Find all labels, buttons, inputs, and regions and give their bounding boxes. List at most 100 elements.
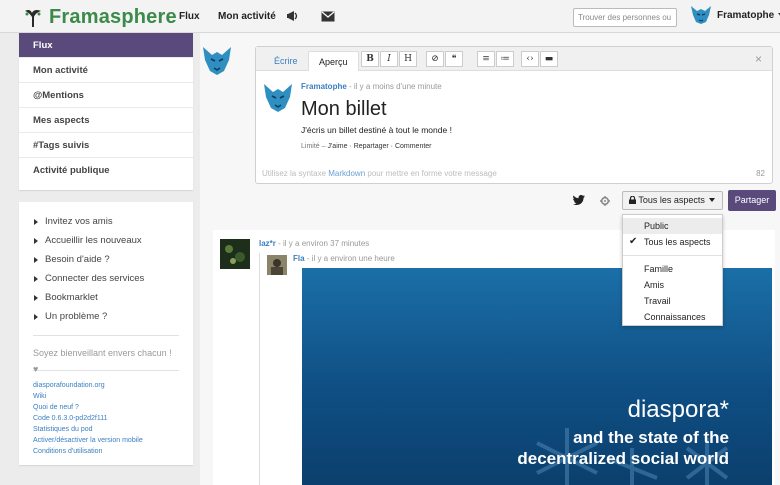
link-help[interactable]: Besoin d'aide ? bbox=[33, 250, 179, 269]
aspect-option-label: Tous les aspects bbox=[644, 237, 711, 247]
reshare-author-avatar[interactable] bbox=[267, 255, 287, 275]
link-welcome-newcomers[interactable]: Accueillir les nouveaux bbox=[33, 231, 179, 250]
banner-subtitle-1: and the state of the bbox=[573, 428, 729, 447]
reshare-time: - il y a environ une heure bbox=[304, 254, 395, 263]
twitter-icon[interactable] bbox=[573, 195, 585, 205]
user-avatar bbox=[691, 6, 711, 24]
sidebar-item-activite-publique[interactable]: Activité publique bbox=[19, 158, 193, 183]
sidebar-item-mon-activite[interactable]: Mon activité bbox=[19, 58, 193, 83]
banner-title: diaspora* bbox=[627, 396, 729, 423]
aspect-option-label: Amis bbox=[644, 280, 664, 290]
link-connect-services[interactable]: Connecter des services bbox=[33, 269, 179, 288]
sidebar-item-mes-aspects[interactable]: Mes aspects bbox=[19, 108, 193, 133]
preview-meta: Limité – J'aime · Repartager · Commenter bbox=[301, 143, 432, 150]
preview-meta-prefix: Limité – bbox=[301, 143, 328, 150]
nav-flux[interactable]: Flux bbox=[179, 11, 200, 22]
publisher-avatar bbox=[203, 47, 231, 75]
brand-name: Framasphere bbox=[49, 6, 177, 28]
publisher: Écrire Aperçu B I H ⊘ ❝ ≡ ≔ ‹› ▬ × Frama… bbox=[255, 46, 773, 184]
heading-button[interactable]: H bbox=[399, 51, 417, 67]
footer-link-terms[interactable]: Conditions d'utilisation bbox=[33, 446, 179, 457]
chevron-down-icon bbox=[709, 198, 716, 202]
divider bbox=[33, 370, 179, 371]
top-bar: Framasphere Flux Mon activité Framatophe bbox=[0, 0, 780, 33]
footer-link-code[interactable]: Code 0.6.3.0-pd2d2f111 bbox=[33, 413, 179, 424]
gear-icon[interactable] bbox=[600, 196, 610, 206]
banner-subtitle-2: decentralized social world bbox=[517, 449, 729, 468]
tab-preview[interactable]: Aperçu bbox=[308, 51, 359, 71]
sidebar-item-tags-suivis[interactable]: #Tags suivis bbox=[19, 133, 193, 158]
ordered-list-icon[interactable]: ≔ bbox=[496, 51, 514, 67]
share-button[interactable]: Partager bbox=[728, 190, 776, 211]
bold-button[interactable]: B bbox=[361, 51, 379, 67]
footer-link-diasporafoundation[interactable]: diasporafoundation.org bbox=[33, 380, 179, 391]
link-icon[interactable]: ⊘ bbox=[426, 51, 444, 67]
sidebar-item-flux[interactable]: Flux bbox=[19, 33, 193, 58]
lock-icon bbox=[629, 195, 636, 204]
code-icon[interactable]: ‹› bbox=[521, 51, 539, 67]
aspect-option-connaissances[interactable]: Connaissances bbox=[623, 309, 722, 325]
megaphone-icon[interactable] bbox=[286, 9, 300, 23]
unordered-list-icon[interactable]: ≡ bbox=[477, 51, 495, 67]
divider bbox=[623, 255, 722, 256]
aspect-option-amis[interactable]: Amis bbox=[623, 277, 722, 293]
hint-before: Utilisez la syntaxe bbox=[262, 169, 329, 178]
aspect-option-label: Public bbox=[644, 221, 669, 231]
preview-avatar bbox=[264, 84, 292, 112]
checkmark-icon: ✔ bbox=[629, 236, 638, 247]
link-bookmarklet[interactable]: Bookmarklet bbox=[33, 288, 179, 307]
aspect-option-label: Famille bbox=[644, 264, 674, 274]
envelope-icon[interactable] bbox=[321, 11, 335, 22]
sidebar-item-mentions[interactable]: @Mentions bbox=[19, 83, 193, 108]
sidebar-links: Invitez vos amis Accueillir les nouveaux… bbox=[19, 202, 193, 465]
tab-write[interactable]: Écrire bbox=[264, 51, 308, 71]
footer-link-wiki[interactable]: Wiki bbox=[33, 391, 179, 402]
user-menu[interactable]: Framatophe bbox=[690, 5, 780, 25]
footer-link-pod-stats[interactable]: Statistiques du pod bbox=[33, 424, 179, 435]
brand[interactable]: Framasphere bbox=[22, 6, 177, 29]
aspect-option-public[interactable]: Public bbox=[623, 218, 722, 234]
preview-body: J'écris un billet destiné à tout le mond… bbox=[301, 125, 452, 135]
aspect-option-label: Connaissances bbox=[644, 312, 706, 322]
framasphere-logo-icon bbox=[25, 9, 41, 27]
preview-time: - il y a moins d'une minute bbox=[346, 82, 442, 91]
char-count: 82 bbox=[756, 169, 765, 178]
preview-title: Mon billet bbox=[301, 98, 387, 120]
aspect-option-all-aspects[interactable]: ✔ Tous les aspects bbox=[623, 234, 722, 250]
hint-after: pour mettre en forme votre message bbox=[365, 169, 497, 178]
sidebar-nav: Flux Mon activité @Mentions Mes aspects … bbox=[19, 33, 193, 190]
preview-author-line: Framatophe - il y a moins d'une minute bbox=[301, 82, 442, 91]
reshare-indent-line bbox=[259, 253, 260, 485]
preview-author[interactable]: Framatophe bbox=[301, 82, 347, 91]
post-time: - il y a environ 37 minutes bbox=[275, 239, 370, 248]
divider bbox=[33, 335, 179, 336]
aspect-option-famille[interactable]: Famille bbox=[623, 261, 722, 277]
markdown-link[interactable]: Markdown bbox=[328, 169, 365, 178]
footer-link-toggle-mobile[interactable]: Activer/désactiver la version mobile bbox=[33, 435, 179, 446]
post-author-avatar[interactable] bbox=[220, 239, 250, 269]
markdown-hint: Utilisez la syntaxe Markdown pour mettre… bbox=[262, 169, 497, 178]
search-input[interactable] bbox=[573, 8, 677, 27]
publisher-toolbar: Écrire Aperçu B I H ⊘ ❝ ≡ ≔ ‹› ▬ × bbox=[256, 47, 772, 71]
post-author[interactable]: laz*r bbox=[259, 239, 276, 248]
kindness-note: Soyez bienveillant envers chacun ! ♥ bbox=[33, 348, 172, 374]
italic-button[interactable]: I bbox=[380, 51, 398, 67]
reshare-author[interactable]: Fla bbox=[293, 254, 305, 263]
aspect-selector-button[interactable]: Tous les aspects bbox=[622, 191, 723, 210]
aspect-option-travail[interactable]: Travail bbox=[623, 293, 722, 309]
aspect-option-label: Travail bbox=[644, 296, 671, 306]
close-icon[interactable]: × bbox=[755, 52, 762, 66]
avatar-image bbox=[220, 239, 250, 269]
link-report-problem[interactable]: Un problème ? bbox=[33, 307, 179, 326]
avatar-image bbox=[267, 255, 287, 275]
footer-link-whats-new[interactable]: Quoi de neuf ? bbox=[33, 402, 179, 413]
image-icon[interactable]: ❝ bbox=[445, 51, 463, 67]
aspect-selector-label: Tous les aspects bbox=[638, 195, 705, 205]
nav-mon-activite[interactable]: Mon activité bbox=[218, 11, 276, 22]
preview-actions[interactable]: J'aime · Repartager · Commenter bbox=[327, 143, 431, 150]
aspect-dropdown-menu: Public ✔ Tous les aspects Famille Amis Tr… bbox=[622, 214, 723, 326]
quote-icon[interactable]: ▬ bbox=[540, 51, 558, 67]
user-name: Framatophe bbox=[717, 9, 775, 21]
post-author-line: laz*r - il y a environ 37 minutes bbox=[259, 239, 369, 248]
link-invite-friends[interactable]: Invitez vos amis bbox=[33, 212, 179, 231]
